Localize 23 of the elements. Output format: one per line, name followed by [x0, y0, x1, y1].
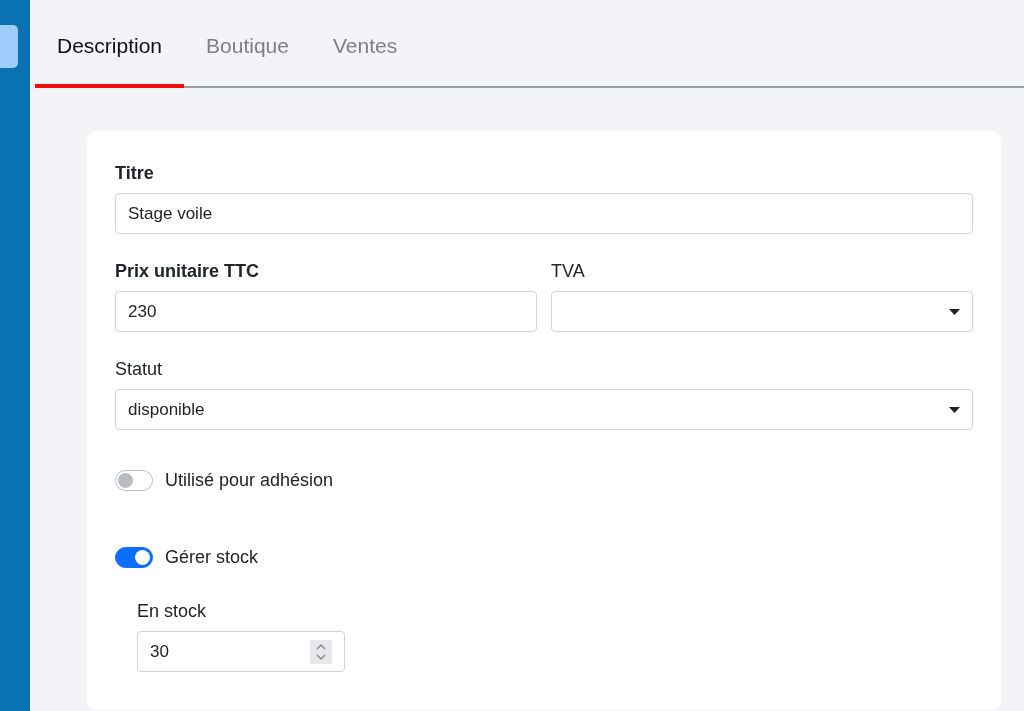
- field-value: 30: [150, 641, 169, 662]
- field-label: Titre: [115, 163, 155, 184]
- select-field[interactable]: [551, 291, 973, 332]
- caret-icon: [949, 308, 960, 315]
- toggle-switch[interactable]: [115, 547, 153, 568]
- toggle-label: Gérer stock: [165, 547, 259, 568]
- field-label: Prix unitaire TTC: [115, 261, 261, 282]
- select-field[interactable]: disponible: [115, 389, 973, 430]
- field-label: Statut: [115, 359, 164, 380]
- input-field[interactable]: Stage voile: [115, 193, 973, 234]
- field-label: En stock: [137, 601, 208, 622]
- caret-icon: [949, 406, 960, 413]
- toggle-label: Utilisé pour adhésion: [165, 470, 334, 491]
- tab[interactable]: Boutique: [184, 8, 311, 88]
- stepper-icon[interactable]: [310, 639, 332, 664]
- toggle-switch[interactable]: [115, 470, 153, 491]
- select-value: disponible: [128, 399, 205, 420]
- tab[interactable]: Ventes: [310, 8, 420, 88]
- number-field[interactable]: 30: [137, 631, 345, 672]
- tab[interactable]: Description: [35, 8, 185, 88]
- field-label: TVA: [551, 261, 586, 282]
- input-field[interactable]: 230: [115, 291, 537, 332]
- sidebar-tab[interactable]: [0, 25, 18, 68]
